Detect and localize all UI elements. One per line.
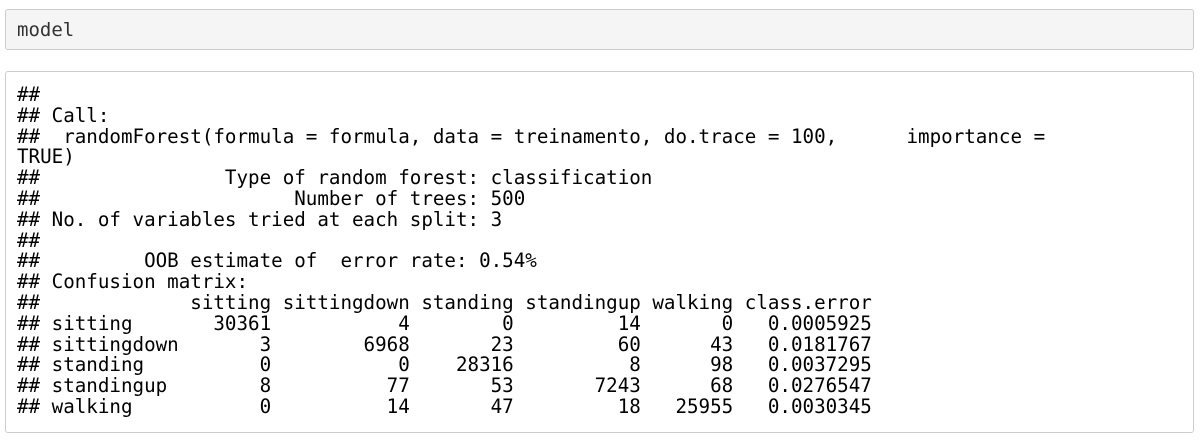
confusion-matrix-row: ## standingup 8 77 53 7243 68 0.0276547 — [17, 374, 872, 398]
output-line: ## No. of variables tried at each split:… — [17, 207, 503, 231]
confusion-matrix-row: ## standing 0 0 28316 8 98 0.0037295 — [17, 353, 872, 377]
output-line: ## — [17, 228, 41, 252]
output-block: ## ## Call: ## randomForest(formula = fo… — [5, 71, 1194, 433]
output-line: ## — [17, 83, 41, 106]
confusion-matrix-row: ## sittingdown 3 6968 23 60 43 0.0181767 — [17, 332, 872, 356]
confusion-matrix-row: ## walking 0 14 47 18 25955 0.0030345 — [17, 394, 872, 418]
output-line: ## Number of trees: 500 — [17, 186, 526, 210]
output-line: ## Confusion matrix: — [17, 270, 249, 294]
output-line: TRUE) — [17, 145, 75, 169]
code-input-cell[interactable]: model — [5, 9, 1194, 50]
output-line: ## randomForest(formula = formula, data … — [17, 124, 1046, 148]
output-line: ## OOB estimate of error rate: 0.54% — [17, 249, 537, 273]
output-line: ## Call: — [17, 103, 110, 127]
confusion-matrix-row: ## sitting 30361 4 0 14 0 0.0005925 — [17, 311, 872, 335]
confusion-matrix-header: ## sitting sittingdown standing standing… — [17, 290, 872, 314]
output-line: ## Type of random forest: classification — [17, 166, 653, 190]
